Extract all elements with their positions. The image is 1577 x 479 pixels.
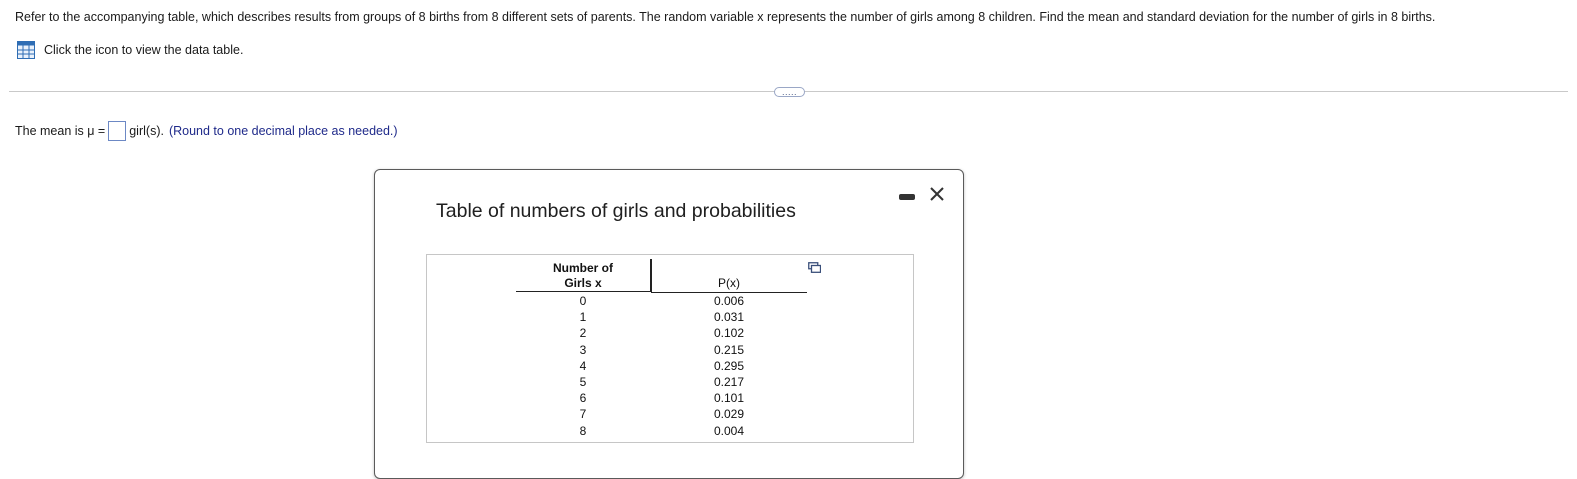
table-cell-x: 0	[579, 294, 587, 308]
dialog-title: Table of numbers of girls and probabilit…	[436, 200, 796, 222]
table-cell-x: 7	[579, 407, 587, 422]
table-cell-x: 2	[579, 326, 587, 341]
table-cell-p: 0.102	[713, 326, 745, 341]
mean-prefix: The mean is μ =	[15, 124, 106, 138]
table-cell-p: 0.029	[713, 407, 745, 422]
table-cell-p: 0.217	[713, 374, 745, 389]
table-cell-p: 0.215	[713, 342, 745, 357]
probability-column: 0.006 0.031 0.102 0.215 0.295 0.217 0.10…	[651, 293, 807, 439]
table-cell-x: 4	[579, 358, 587, 373]
column-header-girls-line2: Girls x	[564, 276, 602, 290]
column-header-probability: P(x)	[651, 276, 807, 293]
column-header-girls-line1: Number of	[553, 261, 613, 275]
data-table-icon[interactable]	[17, 41, 35, 59]
table-cell-x: 1	[579, 310, 587, 325]
table-cell-x: 8	[579, 423, 587, 438]
table-cell-p: 0.006	[713, 294, 745, 308]
expand-button[interactable]: .....	[774, 87, 805, 97]
table-cell-x: 3	[579, 342, 587, 357]
answer-line: The mean is μ = girl(s). (Round to one d…	[15, 121, 398, 141]
question-text: Refer to the accompanying table, which d…	[15, 10, 1436, 24]
girls-column: 0 1 2 3 4 5 6 7 8	[516, 293, 650, 439]
mean-answer-input[interactable]	[108, 121, 127, 141]
table-cell-p: 0.101	[713, 391, 745, 406]
view-data-table-label: Click the icon to view the data table.	[44, 43, 244, 57]
table-cell-x: 6	[579, 391, 587, 406]
column-header-girls: Number of Girls x	[516, 261, 650, 292]
table-cell-x: 5	[579, 374, 587, 389]
table-cell-p: 0.031	[713, 310, 745, 325]
minimize-icon[interactable]	[899, 194, 915, 200]
view-data-table-link[interactable]: Click the icon to view the data table.	[17, 41, 243, 59]
close-icon[interactable]	[928, 185, 946, 203]
data-table-dialog: Table of numbers of girls and probabilit…	[374, 169, 964, 479]
table-cell-p: 0.004	[713, 423, 745, 438]
data-table-panel: Number of Girls x P(x) 0 1 2 3 4 5 6 7 8…	[426, 254, 914, 443]
mean-unit: girl(s).	[129, 124, 164, 138]
rounding-hint: (Round to one decimal place as needed.)	[168, 124, 398, 138]
copy-icon[interactable]	[808, 262, 822, 273]
table-cell-p: 0.295	[713, 358, 745, 373]
